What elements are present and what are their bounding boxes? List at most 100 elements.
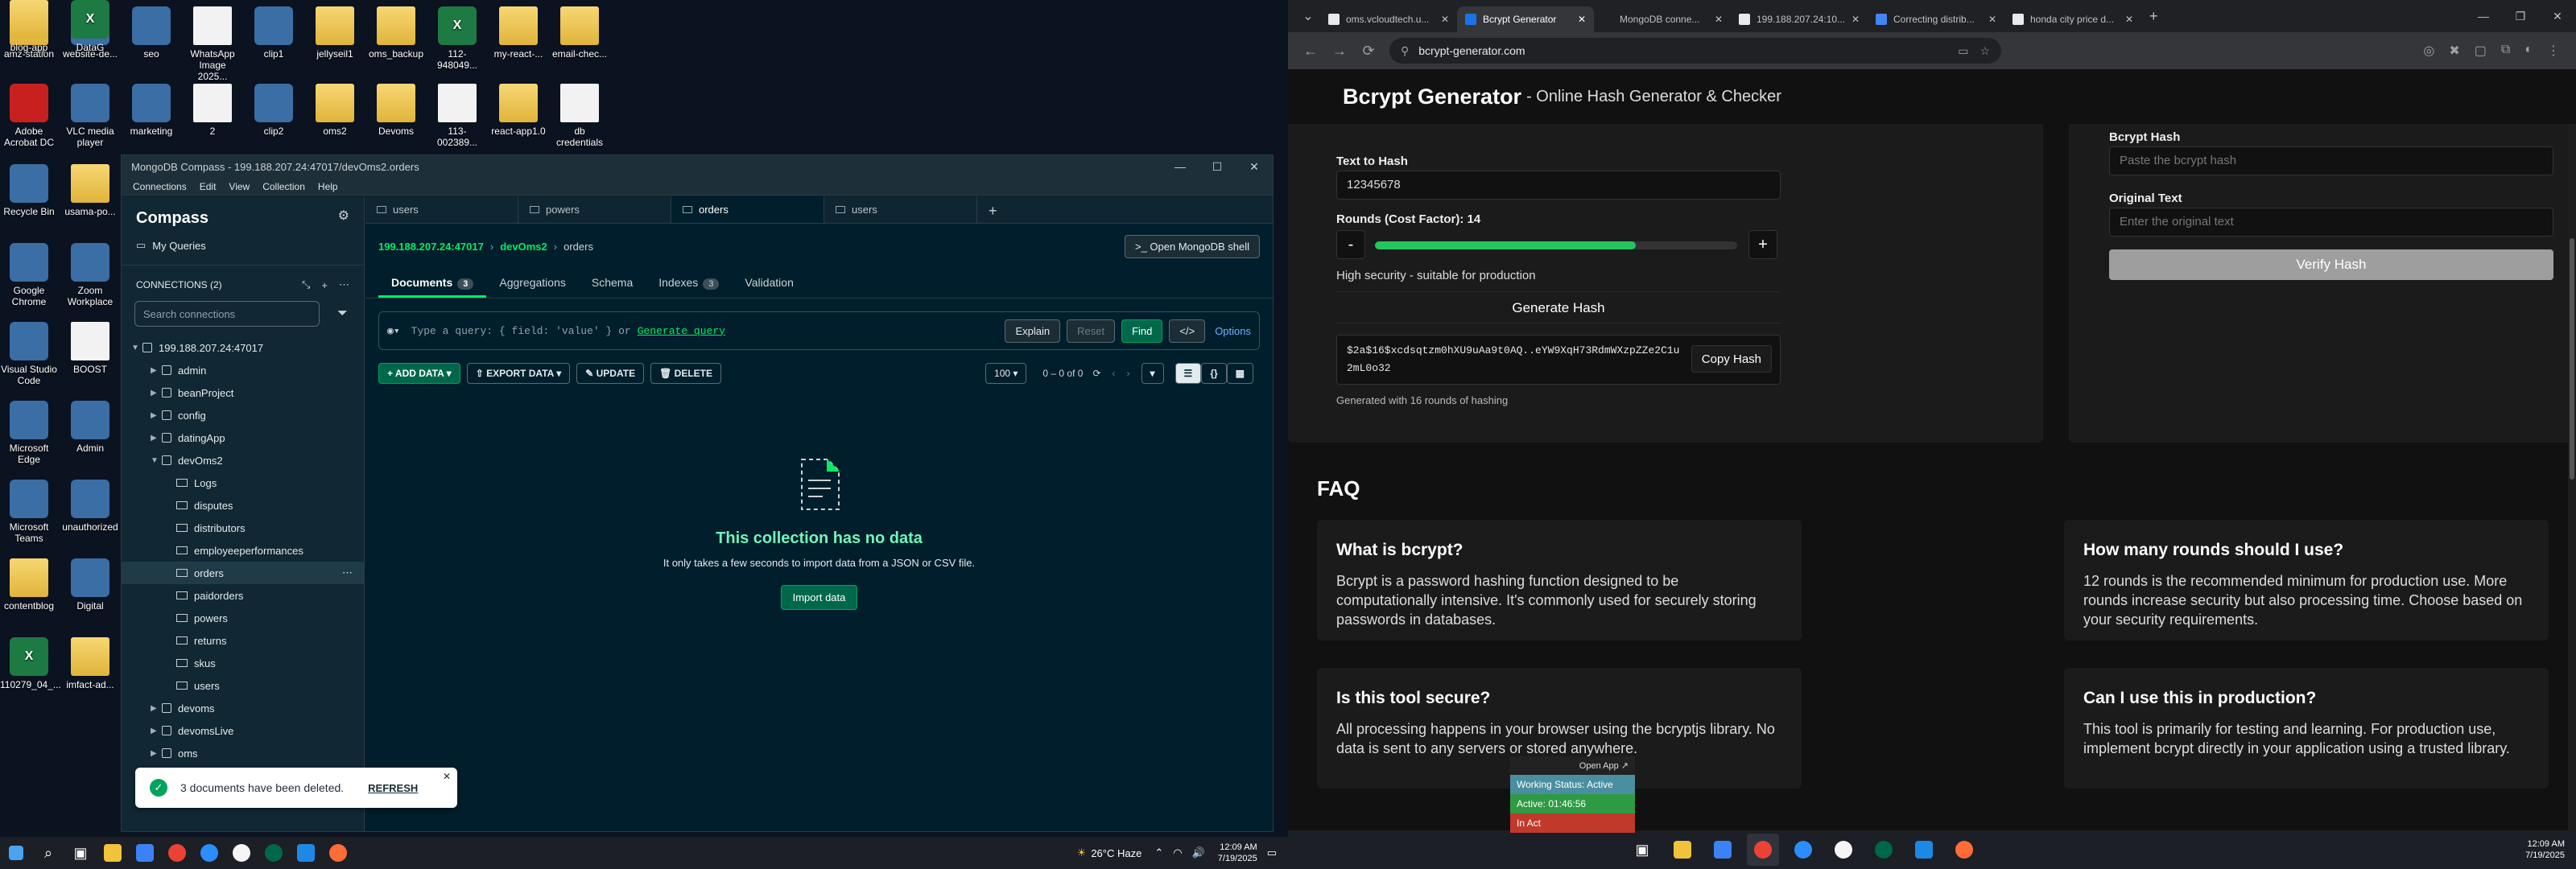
- vscode-icon[interactable]: [1908, 834, 1940, 866]
- browser-tab[interactable]: 199.188.207.24:10... ✕: [1731, 6, 1868, 32]
- page-size-select[interactable]: 100 ▾: [985, 363, 1027, 384]
- export-data-button[interactable]: ⇧ EXPORT DATA ▾: [466, 363, 571, 384]
- browser-tab[interactable]: oms.vcloudtech.u... ✕: [1320, 6, 1457, 32]
- rounds-slider[interactable]: [1375, 241, 1737, 249]
- reload-icon[interactable]: ⟳: [1354, 43, 1383, 60]
- vscode-icon[interactable]: [290, 837, 322, 869]
- sidebar-item-collection[interactable]: disputes: [122, 494, 364, 517]
- tab-orders[interactable]: orders: [671, 196, 824, 223]
- extension-icon[interactable]: ◎: [2423, 43, 2434, 59]
- prev-page-icon[interactable]: ‹: [1113, 368, 1116, 379]
- menu-collection[interactable]: Collection: [256, 181, 312, 192]
- new-tab-icon[interactable]: +: [977, 196, 1009, 223]
- browser-tab[interactable]: Bcrypt Generator ✕: [1457, 6, 1594, 32]
- sidebar-item-database[interactable]: ▶ datingApp: [122, 426, 364, 449]
- chevron-right-icon[interactable]: ▶: [151, 366, 162, 375]
- refresh-button[interactable]: REFRESH: [368, 782, 418, 794]
- desktop-icon[interactable]: BOOST: [61, 322, 119, 375]
- desktop-icon[interactable]: my-react-...: [489, 6, 547, 60]
- close-icon[interactable]: ✕: [2539, 10, 2576, 23]
- filter-icon[interactable]: ⏷: [337, 307, 348, 321]
- desktop-icon[interactable]: db credentials: [551, 84, 609, 148]
- copy-hash-button[interactable]: Copy Hash: [1690, 345, 1772, 373]
- back-icon[interactable]: ←: [1296, 43, 1325, 60]
- github-icon[interactable]: [1827, 834, 1860, 866]
- site-info-icon[interactable]: ⚲: [1401, 44, 1409, 58]
- subtab-aggregations[interactable]: Aggregations: [486, 270, 579, 298]
- task-view-icon[interactable]: ▣: [64, 837, 97, 869]
- browser-tab[interactable]: MongoDB conne... ✕: [1594, 6, 1731, 32]
- menu-help[interactable]: Help: [312, 181, 345, 192]
- desktop-icon[interactable]: clip1: [245, 6, 303, 60]
- chevron-right-icon[interactable]: ▶: [151, 749, 162, 758]
- reset-button[interactable]: Reset: [1067, 319, 1116, 343]
- rounds-plus-button[interactable]: +: [1748, 230, 1777, 259]
- json-view-icon[interactable]: {}: [1201, 363, 1227, 384]
- scrollbar[interactable]: [2568, 69, 2576, 869]
- menu-connections[interactable]: Connections: [126, 181, 193, 192]
- desktop-icon[interactable]: X 112-948049...: [428, 6, 486, 71]
- browser-tab[interactable]: honda city price d... ✕: [2004, 6, 2141, 32]
- desktop-icon[interactable]: imfact-ad...: [61, 637, 119, 690]
- tab-users[interactable]: users: [365, 196, 518, 223]
- my-queries-item[interactable]: ▭ My Queries: [122, 234, 364, 257]
- close-tab-icon[interactable]: ✕: [2125, 14, 2133, 25]
- toast-close-icon[interactable]: ✕: [443, 771, 451, 782]
- desktop-icon[interactable]: X DataG: [61, 0, 119, 53]
- desktop-icon[interactable]: Admin: [61, 401, 119, 454]
- add-connection-icon[interactable]: +: [321, 279, 328, 291]
- task-view-icon[interactable]: ▣: [1626, 834, 1658, 866]
- desktop-icon[interactable]: clip2: [245, 84, 303, 137]
- sidebar-item-database[interactable]: ▶ devomsLive: [122, 719, 364, 742]
- address-bar[interactable]: ⚲ bcrypt-generator.com ▭ ☆: [1389, 38, 2001, 64]
- mongodb-compass-icon[interactable]: [258, 837, 290, 869]
- menu-view[interactable]: View: [222, 181, 256, 192]
- chevron-right-icon[interactable]: ▶: [151, 727, 162, 735]
- close-tab-icon[interactable]: ✕: [1852, 14, 1860, 25]
- add-data-button[interactable]: + ADD DATA ▾: [378, 363, 460, 384]
- sidebar-item-database[interactable]: ▼ devOms2: [122, 449, 364, 472]
- desktop-icon[interactable]: react-app1.0: [489, 84, 547, 137]
- tab-users-2[interactable]: users: [824, 196, 977, 223]
- subtab-indexes[interactable]: Indexes 3: [646, 270, 732, 298]
- tab-powers[interactable]: powers: [518, 196, 671, 223]
- tab-search-icon[interactable]: ⌄: [1296, 8, 1320, 24]
- view-options-icon[interactable]: ▾: [1141, 363, 1164, 384]
- desktop-icon[interactable]: 2: [184, 84, 242, 137]
- desktop-icon[interactable]: unauthorized: [61, 480, 119, 533]
- desktop-icon[interactable]: Google Chrome: [0, 243, 58, 307]
- extension-icon[interactable]: ✖: [2449, 43, 2459, 59]
- install-icon[interactable]: ▭: [1958, 44, 1968, 58]
- connections-search-input[interactable]: Search connections: [134, 301, 320, 327]
- more-icon[interactable]: ⋯: [342, 566, 353, 579]
- desktop-icon[interactable]: Visual Studio Code: [0, 322, 58, 386]
- refresh-icon[interactable]: ⟳: [1092, 368, 1100, 379]
- extensions-puzzle-icon[interactable]: ⧉: [2501, 43, 2510, 59]
- sidebar-item-database[interactable]: ▶ config: [122, 404, 364, 426]
- desktop-icon[interactable]: usama-po...: [61, 164, 119, 217]
- chrome-icon[interactable]: [161, 837, 193, 869]
- zoom-icon[interactable]: [193, 837, 225, 869]
- chevron-down-icon[interactable]: ▼: [151, 456, 162, 465]
- sidebar-item-database[interactable]: ▶ oms: [122, 742, 364, 764]
- store-icon[interactable]: [1707, 834, 1739, 866]
- desktop-icon[interactable]: WhatsApp Image 2025...: [184, 6, 242, 82]
- explain-button[interactable]: Explain: [1005, 319, 1061, 343]
- search-icon[interactable]: ⌕: [32, 837, 64, 869]
- weather-text[interactable]: 26°C Haze: [1091, 847, 1141, 859]
- gear-icon[interactable]: ⚙: [338, 208, 349, 224]
- extension-icon[interactable]: ▢: [2475, 43, 2487, 59]
- volume-icon[interactable]: 🔊: [1192, 846, 1205, 859]
- desktop-icon[interactable]: Devoms: [367, 84, 425, 137]
- minimize-icon[interactable]: —: [1162, 160, 1199, 174]
- minimize-icon[interactable]: —: [2465, 10, 2502, 23]
- profile-icon[interactable]: ◐: [2524, 43, 2533, 59]
- subtab-validation[interactable]: Validation: [732, 270, 806, 298]
- sidebar-item-database[interactable]: ▶ devoms: [122, 697, 364, 719]
- bcrypt-hash-input[interactable]: Paste the bcrypt hash: [2109, 146, 2553, 175]
- new-tab-icon[interactable]: +: [2149, 8, 2158, 25]
- breadcrumb-host[interactable]: 199.188.207.24:47017: [378, 241, 484, 253]
- query-options-icon[interactable]: ◉▾: [387, 325, 400, 337]
- close-tab-icon[interactable]: ✕: [1715, 14, 1723, 25]
- desktop-icon[interactable]: Microsoft Edge: [0, 401, 58, 465]
